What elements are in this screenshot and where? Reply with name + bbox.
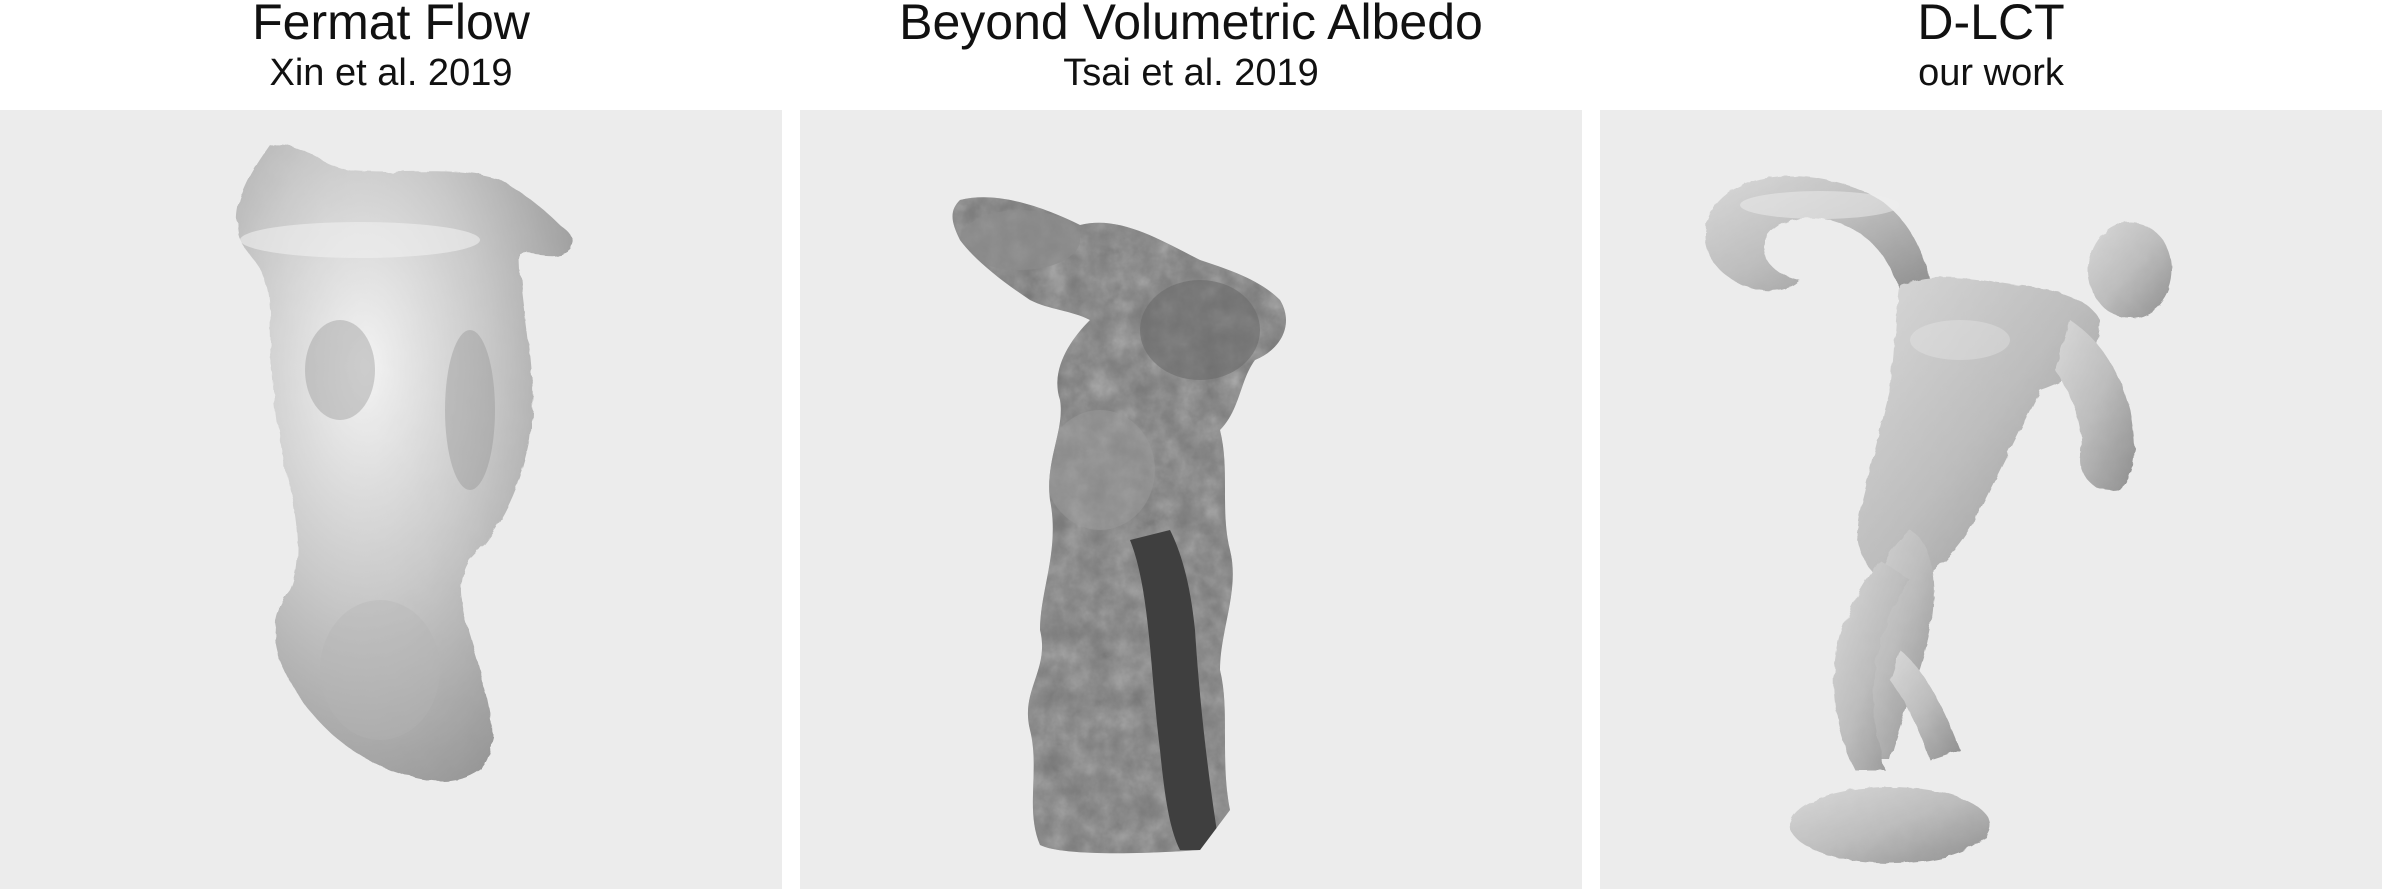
reconstruction-image-fermat-flow	[0, 110, 782, 889]
blob-render-image	[236, 144, 574, 782]
panel-title: Fermat Flow	[252, 0, 530, 50]
panel-subtitle: Xin et al. 2019	[269, 52, 513, 94]
panel-title: Beyond Volumetric Albedo	[899, 0, 1483, 50]
panel-subtitle: Tsai et al. 2019	[1063, 52, 1319, 94]
panel-subtitle: our work	[1918, 52, 2064, 94]
reconstruction-image-d-lct	[1600, 110, 2382, 889]
panel-title: D-LCT	[1917, 0, 2065, 50]
statue-render-image	[1705, 176, 2172, 863]
reconstruction-image-beyond-volumetric-albedo	[800, 110, 1582, 889]
noisy-render-image	[952, 197, 1286, 854]
